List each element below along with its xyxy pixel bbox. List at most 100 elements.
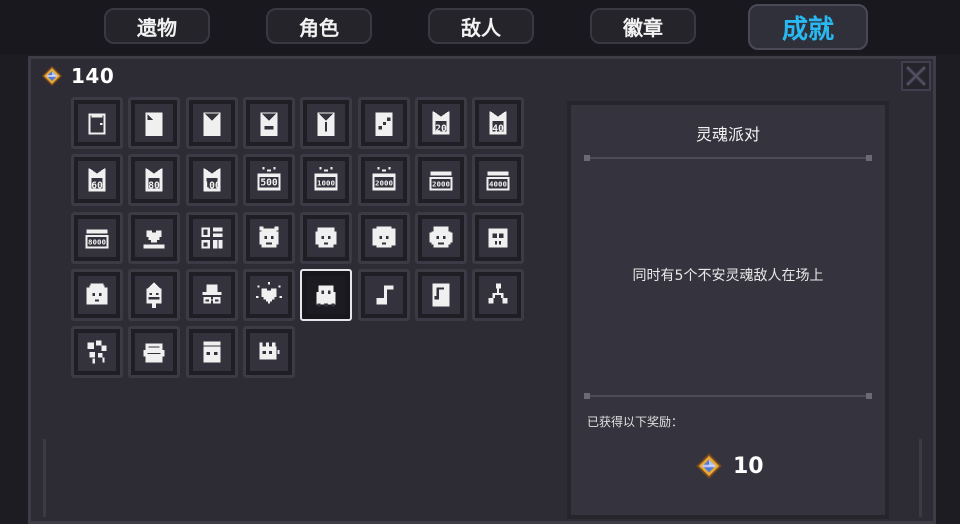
achievement-tile[interactable]: 1000 — [300, 154, 352, 206]
turnip-achievement-icon — [146, 282, 162, 308]
banner-20-achievement-icon: 20 — [432, 111, 450, 135]
achievement-tile[interactable]: 4000 — [472, 154, 524, 206]
cat-face-achievement-icon — [259, 226, 279, 248]
achievement-tile-inner — [250, 276, 288, 314]
scroll-rail-right — [919, 439, 922, 517]
achievement-tile[interactable]: 8000 — [71, 212, 123, 264]
achievement-tile-inner — [250, 219, 288, 257]
achievement-tile[interactable] — [300, 212, 352, 264]
achievement-tile-inner: 80 — [135, 161, 173, 199]
achievement-tile[interactable] — [128, 212, 180, 264]
brick-8000-achievement-icon: 8000 — [85, 229, 109, 249]
reward-label: 已获得以下奖励： — [587, 415, 684, 429]
svg-text:8000: 8000 — [88, 237, 106, 246]
achievement-tile[interactable] — [128, 326, 180, 378]
achievement-tile-inner — [193, 276, 231, 314]
envelope-dots-achievement-icon — [375, 112, 393, 136]
achievement-detail: 灵魂派对 同时有5个不安灵魂敌人在场上 已获得以下奖励： 10 — [567, 101, 889, 519]
achievement-tile[interactable] — [472, 269, 524, 321]
achievement-tile[interactable]: 20 — [415, 97, 467, 149]
close-button[interactable] — [901, 61, 931, 91]
achievement-tile[interactable] — [300, 269, 352, 321]
achievement-tile-inner — [479, 276, 517, 314]
achievement-tile-inner — [365, 104, 403, 142]
gem-coin-icon — [42, 66, 62, 86]
achievement-tile-inner — [365, 276, 403, 314]
achievement-tile-inner — [307, 219, 345, 257]
achievement-tile[interactable] — [415, 212, 467, 264]
castle-achievement-icon — [259, 342, 280, 360]
svg-text:2000: 2000 — [375, 178, 393, 187]
achievements-panel: 140 20 40 60 80 100 500 1000 2000 2000 4000 8000 灵… — [28, 56, 936, 524]
jar-achievement-icon — [203, 341, 221, 363]
achievement-tile[interactable]: 2000 — [415, 154, 467, 206]
achievement-tile-inner: 2000 — [365, 161, 403, 199]
achievement-tile[interactable] — [128, 97, 180, 149]
music-sheet-achievement-icon — [432, 283, 450, 307]
achievement-tile-inner — [78, 333, 116, 371]
achievement-tile[interactable]: 60 — [71, 154, 123, 206]
achievement-tile[interactable] — [358, 212, 410, 264]
door-achievement-icon — [88, 113, 106, 135]
achievement-tile[interactable] — [71, 97, 123, 149]
achievement-tile[interactable] — [186, 97, 238, 149]
achievement-tile[interactable] — [300, 97, 352, 149]
achievement-tile[interactable] — [243, 326, 295, 378]
achievement-tile-inner — [193, 104, 231, 142]
achievement-tile-inner — [307, 276, 345, 314]
achievement-tile[interactable] — [243, 212, 295, 264]
brick-2000-achievement-icon: 2000 — [429, 171, 453, 191]
envelope-achievement-icon — [203, 112, 221, 136]
achievement-description: 同时有5个不安灵魂敌人在场上 — [632, 268, 824, 284]
grid-achievement-icon — [201, 227, 223, 249]
achievement-tile[interactable]: 2000 — [358, 154, 410, 206]
achievement-tile[interactable]: 100 — [186, 154, 238, 206]
achievement-tile[interactable]: 80 — [128, 154, 180, 206]
tab-2[interactable]: 角色 — [266, 8, 372, 44]
kills-2000-achievement-icon: 2000 — [372, 167, 396, 191]
music-note-achievement-icon — [376, 285, 394, 305]
brick-4000-achievement-icon: 4000 — [486, 171, 510, 191]
achievement-tile[interactable] — [186, 212, 238, 264]
achievement-tile[interactable]: 500 — [243, 154, 295, 206]
tab-4[interactable]: 徽章 — [590, 8, 696, 44]
tab-1[interactable]: 遗物 — [104, 8, 210, 44]
sparkle-heart-achievement-icon — [256, 282, 282, 304]
envelope-crown-achievement-icon — [260, 112, 278, 136]
tab-5[interactable]: 成就 — [748, 4, 868, 50]
achievement-tile[interactable] — [186, 269, 238, 321]
achievement-tile-inner — [78, 104, 116, 142]
currency-display: 140 — [41, 64, 114, 88]
achievement-tile[interactable] — [358, 269, 410, 321]
achievement-tile[interactable] — [128, 269, 180, 321]
achievement-tile[interactable] — [243, 97, 295, 149]
svg-text:80: 80 — [148, 181, 160, 192]
svg-text:2000: 2000 — [432, 179, 450, 188]
card-scroll-achievement-icon — [145, 112, 163, 136]
achievement-tile[interactable] — [472, 212, 524, 264]
svg-text:20: 20 — [435, 124, 447, 135]
achievement-tile[interactable] — [358, 97, 410, 149]
achievement-tile-inner — [135, 219, 173, 257]
banner-40-achievement-icon: 40 — [489, 111, 507, 135]
achievement-title: 灵魂派对 — [695, 125, 760, 144]
achievement-tile[interactable] — [186, 326, 238, 378]
long-hair-face-achievement-icon — [86, 283, 108, 305]
balloons-achievement-icon — [87, 340, 107, 364]
skull-box-achievement-icon — [488, 228, 508, 248]
achievement-tile[interactable] — [71, 326, 123, 378]
achievement-tile-inner — [250, 333, 288, 371]
achievement-tile[interactable] — [243, 269, 295, 321]
svg-text:100: 100 — [203, 181, 221, 192]
reward-value: 10 — [733, 453, 764, 479]
currency-total: 140 — [71, 64, 115, 88]
envelope-split-achievement-icon — [317, 112, 335, 136]
achievement-tile[interactable]: 40 — [472, 97, 524, 149]
scroll-rail-left — [43, 439, 46, 517]
achievement-tile[interactable] — [71, 269, 123, 321]
girl-face-achievement-icon — [315, 227, 337, 248]
kills-1000-achievement-icon: 1000 — [314, 167, 338, 191]
achievement-tile[interactable] — [415, 269, 467, 321]
banner-60-achievement-icon: 60 — [88, 168, 106, 192]
tab-3[interactable]: 敌人 — [428, 8, 534, 44]
